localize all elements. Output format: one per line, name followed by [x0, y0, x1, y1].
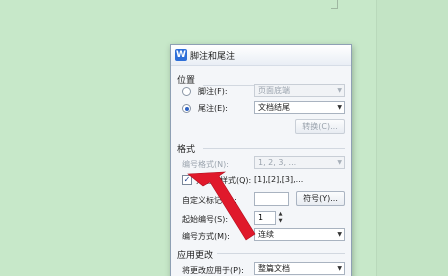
position-heading: 位置: [177, 76, 196, 86]
footnote-radio[interactable]: [182, 87, 191, 96]
apply-to-label: 将更改应用于(P):: [182, 266, 244, 275]
footnote-label: 脚注(F):: [198, 87, 228, 96]
chevron-down-icon: ▼: [337, 104, 342, 111]
endnote-label: 尾注(E):: [198, 104, 228, 113]
number-format-label: 编号格式(N):: [182, 160, 229, 169]
page-corner-mark: [337, 0, 338, 9]
start-at-input[interactable]: 1: [254, 211, 276, 225]
dialog-title: 脚注和尾注: [190, 52, 236, 62]
endnote-position-value: 文档结尾: [258, 103, 290, 112]
apply-to-select[interactable]: 整篇文档 ▼: [254, 262, 345, 275]
dialog-titlebar[interactable]: W 脚注和尾注: [171, 45, 351, 66]
custom-mark-label: 自定义标记(U):: [182, 196, 237, 205]
apply-to-value: 整篇文档: [258, 264, 290, 273]
number-format-value: 1, 2, 3, ...: [258, 158, 297, 167]
number-format-select[interactable]: 1, 2, 3, ... ▼: [254, 156, 345, 169]
bracket-style-preview: [1],[2],[3],...: [254, 175, 304, 184]
endnote-radio[interactable]: [182, 104, 191, 113]
bracket-style-checkbox[interactable]: ✓: [182, 175, 192, 185]
start-at-spinner[interactable]: ▲ ▼: [277, 211, 284, 225]
section-divider: [203, 148, 345, 149]
custom-mark-input[interactable]: [254, 192, 289, 206]
chevron-down-icon: ▼: [337, 231, 342, 238]
footnote-position-select[interactable]: 页面底端 ▼: [254, 84, 345, 97]
section-divider: [217, 253, 345, 254]
footnote-position-value: 页面底端: [258, 86, 290, 95]
chevron-down-icon: ▼: [337, 87, 342, 94]
spin-up-icon[interactable]: ▲: [277, 211, 284, 218]
symbol-button[interactable]: 符号(Y)...: [296, 191, 345, 206]
page-margin-strip: [376, 0, 448, 276]
wps-app-icon: W: [175, 49, 187, 61]
bracket-style-label: 方括号样式(Q):: [196, 176, 252, 185]
numbering-select[interactable]: 连续 ▼: [254, 228, 345, 241]
chevron-down-icon: ▼: [337, 265, 342, 272]
format-heading: 格式: [177, 145, 196, 155]
endnote-position-select[interactable]: 文档结尾 ▼: [254, 101, 345, 114]
chevron-down-icon: ▼: [337, 159, 342, 166]
apply-changes-heading: 应用更改: [177, 251, 214, 261]
numbering-label: 编号方式(M):: [182, 232, 230, 241]
footnote-endnote-dialog: W 脚注和尾注 位置 脚注(F): 页面底端 ▼ 尾注(E): 文档结尾 ▼ 转…: [170, 44, 352, 276]
numbering-value: 连续: [258, 230, 274, 239]
convert-button[interactable]: 转换(C)...: [295, 119, 345, 134]
spin-down-icon[interactable]: ▼: [277, 218, 284, 225]
start-at-label: 起始编号(S):: [182, 215, 229, 224]
